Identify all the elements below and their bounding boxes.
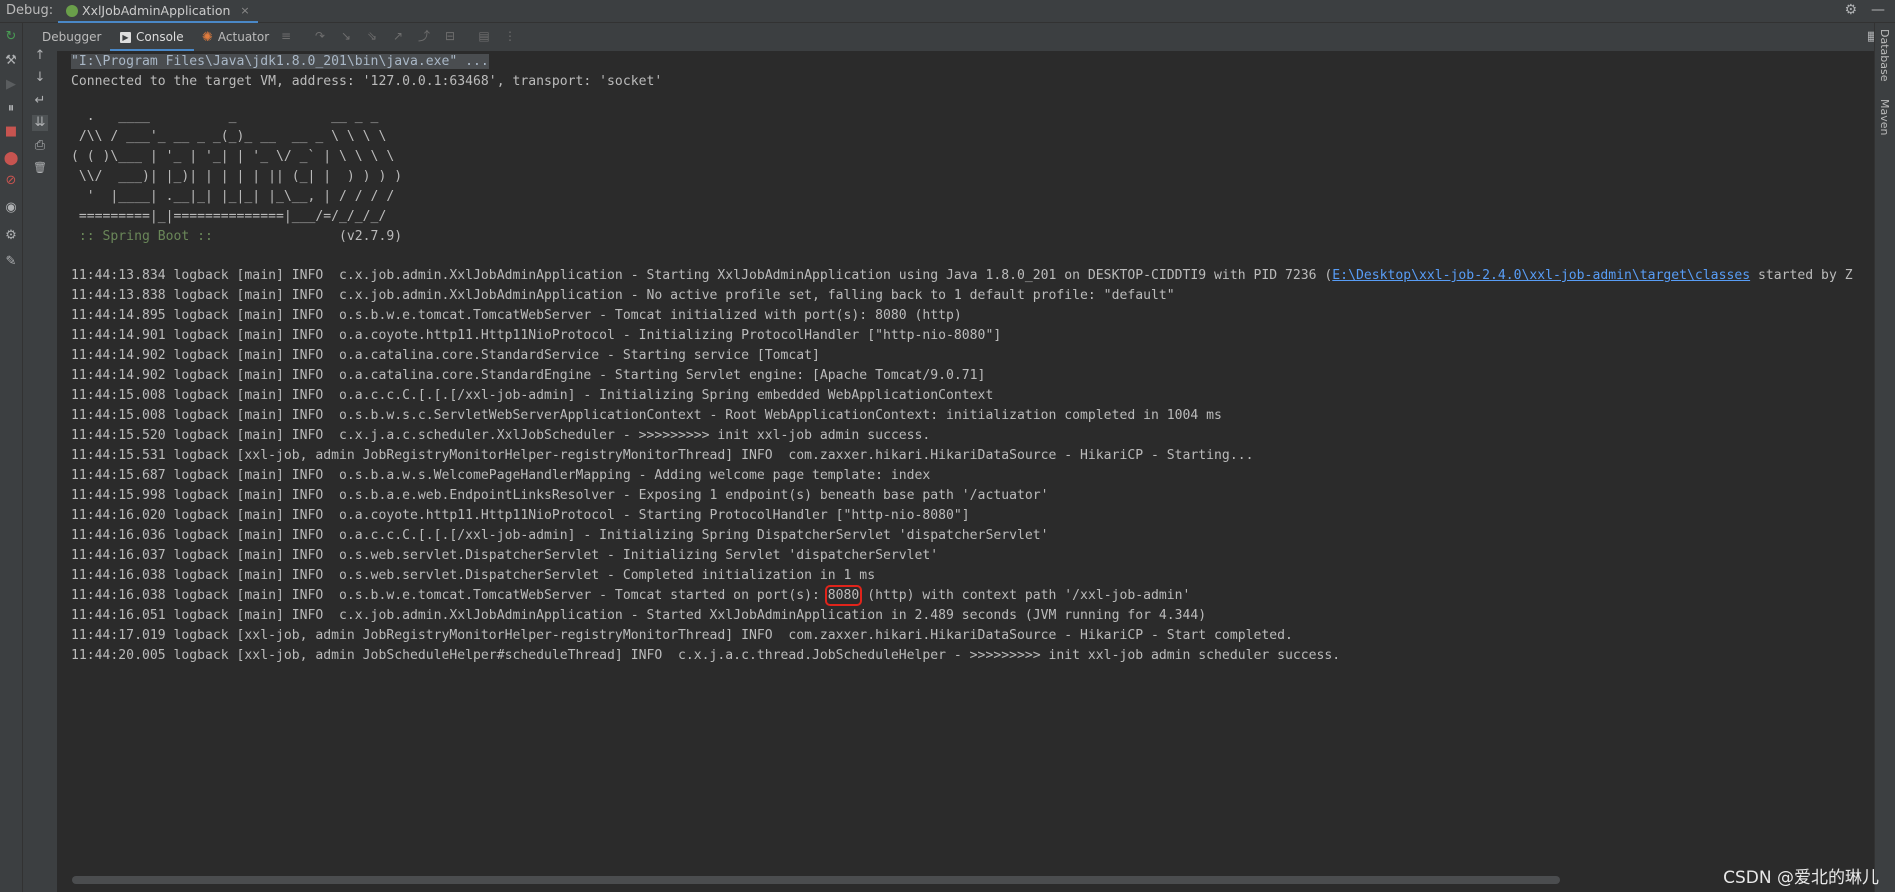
console-output[interactable]: "I:\Program Files\Java\jdk1.8.0_201\bin\…	[58, 51, 1874, 872]
log-line: 11:44:14.902 logback [main] INFO o.a.cat…	[71, 348, 820, 363]
mute-breakpoints-icon[interactable]: ⊘	[3, 173, 19, 189]
rerun-icon[interactable]: ↻	[3, 29, 19, 45]
console-actions-strip: ↑ ↓ ↵ ⇊ ⎙ 🗑	[23, 48, 58, 892]
debug-label: Debug:	[6, 3, 54, 18]
banner-line: =========|_|==============|___/=/_/_/_/	[71, 209, 387, 224]
classes-path-link[interactable]: E:\Desktop\xxl-job-2.4.0\xxl-job-admin\t…	[1332, 268, 1750, 283]
banner-line: /\\ / ___'_ __ _ _(_)_ __ __ _ \ \ \ \	[71, 129, 387, 144]
log-line: 11:44:17.019 logback [xxl-job, admin Job…	[71, 628, 1293, 643]
log-line: 11:44:15.008 logback [main] INFO o.s.b.w…	[71, 408, 1222, 423]
settings-gear-icon[interactable]: ⚙	[1844, 2, 1857, 18]
print-icon[interactable]: ⎙	[32, 138, 48, 154]
banner-line: ' |____| .__|_| |_|_| |_\__, | / / / /	[71, 189, 395, 204]
banner-line: ( ( )\___ | '_ | '_| | '_ \/ _` | \ \ \ …	[71, 149, 395, 164]
spring-boot-version-line: :: Spring Boot :: (v2.7.9)	[71, 228, 402, 246]
scroll-up-icon[interactable]: ↑	[32, 48, 48, 64]
log-line: 11:44:20.005 logback [xxl-job, admin Job…	[71, 648, 1341, 663]
log-text: (http) with context path '/xxl-job-admin…	[859, 588, 1191, 603]
step-out-icon[interactable]: ↗	[391, 29, 405, 43]
banner-line: \\/ ___)| |_)| | | | | || (_| | ) ) ) )	[71, 169, 403, 184]
log-line: 11:44:16.038 logback [main] INFO o.s.web…	[71, 568, 876, 583]
database-panel-tab[interactable]: Database	[1878, 29, 1891, 82]
log-line: 11:44:15.998 logback [main] INFO o.s.b.a…	[71, 488, 1049, 503]
force-step-into-icon[interactable]: ⇘	[365, 29, 379, 43]
log-text: 11:44:13.834 logback [main] INFO c.x.job…	[71, 268, 1333, 283]
pin-icon[interactable]: ✎	[3, 254, 19, 270]
tab-actuator-label: Actuator	[217, 30, 270, 44]
actuator-icon: ✺	[202, 29, 213, 45]
debug-actions-strip: ↻ ⚒ ▶ ⏸ ■ ⬤ ⊘ ◉ ⚙ ✎	[0, 23, 23, 892]
log-line: 11:44:14.895 logback [main] INFO o.s.b.w…	[71, 308, 962, 323]
camera-icon[interactable]: ◉	[3, 200, 19, 216]
log-line: 11:44:13.838 logback [main] INFO c.x.job…	[71, 288, 1175, 303]
scroll-to-end-icon[interactable]: ⇊	[32, 115, 48, 131]
spring-boot-version: (v2.7.9)	[220, 229, 403, 244]
tab-actuator[interactable]: ✺ Actuator	[202, 27, 269, 47]
more-options-icon[interactable]: ⋮	[503, 29, 517, 43]
right-tool-strip: Database Maven	[1874, 23, 1895, 892]
evaluate-icon[interactable]: ⊟	[443, 29, 457, 43]
log-line: 11:44:15.687 logback [main] INFO o.s.b.a…	[71, 468, 931, 483]
tab-debugger[interactable]: Debugger	[42, 27, 101, 47]
maven-panel-tab[interactable]: Maven	[1878, 99, 1891, 135]
banner-line: . ____ _ __ _ _	[71, 109, 379, 124]
log-line: 11:44:14.902 logback [main] INFO o.a.cat…	[71, 368, 986, 383]
connected-line: Connected to the target VM, address: '12…	[71, 74, 663, 89]
step-into-icon[interactable]: ↘	[339, 29, 353, 43]
list-icon[interactable]: ≡	[279, 29, 293, 43]
log-line: 11:44:16.037 logback [main] INFO o.s.web…	[71, 548, 939, 563]
debug-title-bar: Debug: XxlJobAdminApplication × ⚙ —	[0, 0, 1895, 24]
csdn-watermark: CSDN @爱北的琳儿	[1723, 868, 1879, 888]
close-tab-icon[interactable]: ×	[240, 4, 249, 17]
scroll-down-icon[interactable]: ↓	[32, 70, 48, 86]
run-config-tab[interactable]: XxlJobAdminApplication ×	[58, 0, 258, 24]
java-command-line: "I:\Program Files\Java\jdk1.8.0_201\bin\…	[71, 54, 489, 69]
settings-icon[interactable]: ⚙	[3, 228, 19, 244]
soft-wrap-icon[interactable]: ↵	[32, 93, 48, 109]
log-line: 11:44:13.834 logback [main] INFO c.x.job…	[71, 267, 1853, 285]
log-line: 11:44:15.531 logback [xxl-job, admin Job…	[71, 448, 1254, 463]
debug-toolbar: Debugger ▶ Console ✺ Actuator ≡ ↷ ↘ ⇘ ↗ …	[0, 23, 1895, 52]
log-text: 11:44:16.038 logback [main] INFO o.s.b.w…	[71, 588, 828, 603]
clear-all-icon[interactable]: 🗑	[32, 160, 48, 176]
log-line: 11:44:16.036 logback [main] INFO o.a.c.c…	[71, 528, 1049, 543]
log-text: started by Z	[1750, 268, 1853, 283]
console-line: "I:\Program Files\Java\jdk1.8.0_201\bin\…	[71, 53, 489, 71]
log-line: 11:44:14.901 logback [main] INFO o.a.coy…	[71, 328, 1002, 343]
log-line: 11:44:16.020 logback [main] INFO o.a.coy…	[71, 508, 970, 523]
log-line: 11:44:15.008 logback [main] INFO o.a.c.c…	[71, 388, 994, 403]
tomcat-started-line: 11:44:16.038 logback [main] INFO o.s.b.w…	[71, 585, 1191, 606]
view-breakpoints-icon[interactable]: ⬤	[3, 151, 19, 167]
table-view-icon[interactable]: ▤	[477, 29, 491, 43]
tab-console[interactable]: ▶ Console	[110, 27, 194, 52]
port-highlight: 8080	[824, 585, 863, 606]
console-icon: ▶	[120, 31, 131, 43]
run-config-tab-label: XxlJobAdminApplication	[82, 3, 231, 18]
horizontal-scrollbar[interactable]	[72, 876, 1560, 884]
spring-boot-label: :: Spring Boot ::	[71, 229, 221, 244]
tab-console-label: Console	[136, 30, 184, 44]
log-line: 11:44:16.051 logback [main] INFO c.x.job…	[71, 608, 1207, 623]
stop-icon[interactable]: ■	[3, 124, 19, 140]
wrench-icon[interactable]: ⚒	[3, 53, 19, 69]
resume-icon[interactable]: ▶	[3, 77, 19, 93]
run-to-cursor-icon[interactable]: ⤴	[417, 29, 431, 43]
step-over-icon[interactable]: ↷	[313, 29, 327, 43]
pause-icon[interactable]: ⏸	[3, 101, 19, 117]
minimize-icon[interactable]: —	[1871, 2, 1885, 18]
spring-boot-icon	[66, 4, 78, 17]
log-line: 11:44:15.520 logback [main] INFO c.x.j.a…	[71, 428, 931, 443]
tab-debugger-label: Debugger	[42, 30, 102, 44]
